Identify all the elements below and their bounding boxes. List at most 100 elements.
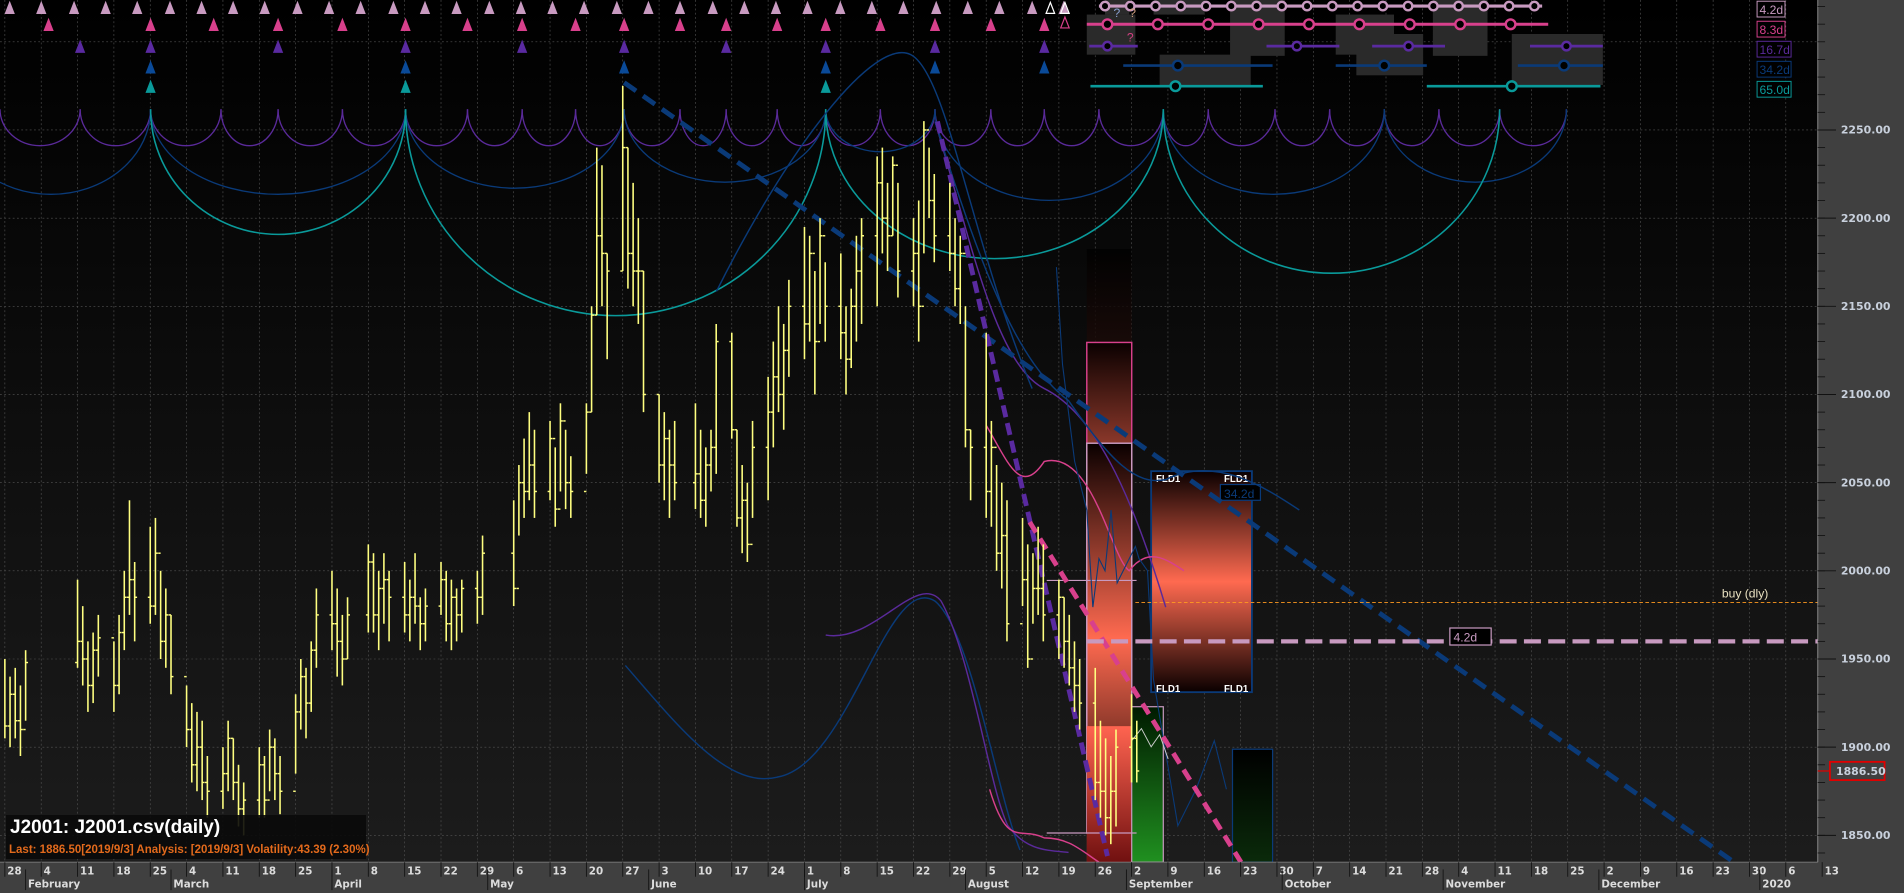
date-tick-label: 28 xyxy=(7,865,21,877)
phase-marker xyxy=(1478,0,1490,12)
phase-marker xyxy=(1099,0,1111,12)
date-tick-label: 10 xyxy=(698,865,712,877)
month-label: July xyxy=(806,879,829,891)
date-tick-label: 25 xyxy=(153,865,167,877)
date-tick-label: 4 xyxy=(44,865,51,877)
phase-marker xyxy=(1175,0,1187,12)
date-tick-label: 17 xyxy=(734,865,748,877)
date-tick-label: 22 xyxy=(916,865,930,877)
phase-marker xyxy=(1302,18,1316,31)
date-tick-label: 15 xyxy=(407,865,421,877)
phase-marker xyxy=(1301,0,1313,12)
date-tick-label: 4 xyxy=(1461,865,1468,877)
phase-marker xyxy=(1151,18,1164,31)
date-tick-label: 25 xyxy=(298,865,312,877)
phase-marker xyxy=(1169,80,1182,93)
date-tick-label: 1 xyxy=(334,865,341,877)
cycle-period-label: 34.2d xyxy=(1760,63,1790,77)
month-label: May xyxy=(490,879,514,891)
phase-marker xyxy=(1352,0,1364,12)
phase-marker xyxy=(1403,40,1415,52)
phase-marker xyxy=(1528,0,1540,12)
date-tick-label: 16 xyxy=(1679,865,1693,877)
price-tick-label: 2050.00 xyxy=(1841,476,1891,489)
phase-marker xyxy=(1353,18,1366,31)
phase-box xyxy=(1159,54,1251,86)
date-tick-label: 6 xyxy=(1788,865,1795,877)
phase-marker xyxy=(1503,0,1515,12)
price-tick-label: 1850.00 xyxy=(1841,829,1891,842)
date-tick-label: 19 xyxy=(1061,865,1075,877)
phase-marker xyxy=(1454,18,1467,31)
date-tick-label: 11 xyxy=(1497,865,1511,877)
month-label: September xyxy=(1129,879,1194,891)
cycle-period-label: 4.2d xyxy=(1760,3,1784,17)
date-tick-label: 14 xyxy=(1352,865,1366,877)
phase-marker xyxy=(1453,0,1465,12)
cycle-period-label: 8.3d xyxy=(1760,23,1784,37)
symbol-title: J2001: J2001.csv(daily) xyxy=(10,817,221,838)
date-tick-label: 30 xyxy=(1279,865,1293,877)
date-tick-label: 9 xyxy=(1643,865,1650,877)
date-tick-label: 5 xyxy=(989,865,996,877)
date-tick-label: 3 xyxy=(662,865,669,877)
price-tick-label: 2150.00 xyxy=(1841,300,1891,313)
date-tick-label: 11 xyxy=(80,865,94,877)
date-tick-label: 16 xyxy=(1207,865,1221,877)
date-tick-label: 28 xyxy=(1425,865,1439,877)
date-tick-label: 26 xyxy=(1098,865,1112,877)
current-price-label: 1886.50 xyxy=(1836,765,1886,778)
date-tick-label: 15 xyxy=(880,865,894,877)
date-tick-label: 2 xyxy=(1134,865,1141,877)
fld-label-bl: FLD1 xyxy=(1156,684,1181,695)
price-tick-label: 2200.00 xyxy=(1841,212,1891,225)
phase-marker xyxy=(1504,18,1517,31)
cycle-period-label: 65.0d xyxy=(1760,83,1790,97)
date-tick-label: 24 xyxy=(771,865,785,877)
fld-label-tl: FLD1 xyxy=(1156,474,1181,485)
phase-marker xyxy=(1403,18,1416,31)
date-tick-label: 18 xyxy=(262,865,276,877)
phase-question-mark: ? xyxy=(1114,6,1121,20)
date-tick-label: 4 xyxy=(189,865,196,877)
price-tick-label: 2000.00 xyxy=(1841,564,1891,577)
date-tick-label: 12 xyxy=(1025,865,1039,877)
date-tick-label: 30 xyxy=(1752,865,1766,877)
fld-label-br: FLD1 xyxy=(1224,684,1249,695)
phase-marker xyxy=(1557,59,1571,72)
date-tick-label: 1 xyxy=(807,865,814,877)
price-chart[interactable]: FLD1 FLD1 FLD1 FLD1 34.2d buy (dly) 4.2d xyxy=(0,0,1904,893)
phase-marker xyxy=(1560,40,1572,52)
date-tick-label: 9 xyxy=(1170,865,1177,877)
phase-marker xyxy=(1101,40,1113,52)
month-label: 2020 xyxy=(1762,879,1791,891)
price-tick-label: 1950.00 xyxy=(1841,653,1891,666)
month-label: April xyxy=(334,879,362,891)
date-tick-label: 29 xyxy=(480,865,494,877)
fld-period-label: 34.2d xyxy=(1224,487,1254,501)
month-label: March xyxy=(173,879,209,891)
symbol-status: Last: 1886.50[2019/9/3] Analysis: [2019/… xyxy=(9,844,370,856)
phase-marker xyxy=(1225,0,1237,12)
date-tick-label: 18 xyxy=(116,865,130,877)
date-tick-label: 8 xyxy=(843,865,850,877)
month-label: August xyxy=(968,879,1009,891)
phase-marker xyxy=(1150,0,1161,12)
date-tick-label: 13 xyxy=(552,865,566,877)
phase-marker xyxy=(1326,0,1338,12)
fld-box[interactable] xyxy=(1150,470,1253,694)
phase-marker xyxy=(1427,0,1439,12)
date-tick-label: 18 xyxy=(1534,865,1548,877)
date-tick-label: 23 xyxy=(1243,865,1257,877)
phase-marker xyxy=(1252,18,1265,31)
buy-level-label: buy (dly) xyxy=(1722,587,1768,601)
plot-background xyxy=(0,0,1818,863)
date-tick-label: 21 xyxy=(1388,865,1402,877)
phase-question-mark: ? xyxy=(1129,6,1136,20)
month-label: June xyxy=(650,879,677,891)
projection-box-green-dark xyxy=(1231,748,1274,863)
phase-marker xyxy=(1202,18,1215,31)
date-tick-label: 25 xyxy=(1570,865,1584,877)
projection-box-low xyxy=(1086,726,1132,863)
phase-marker xyxy=(1505,80,1518,93)
